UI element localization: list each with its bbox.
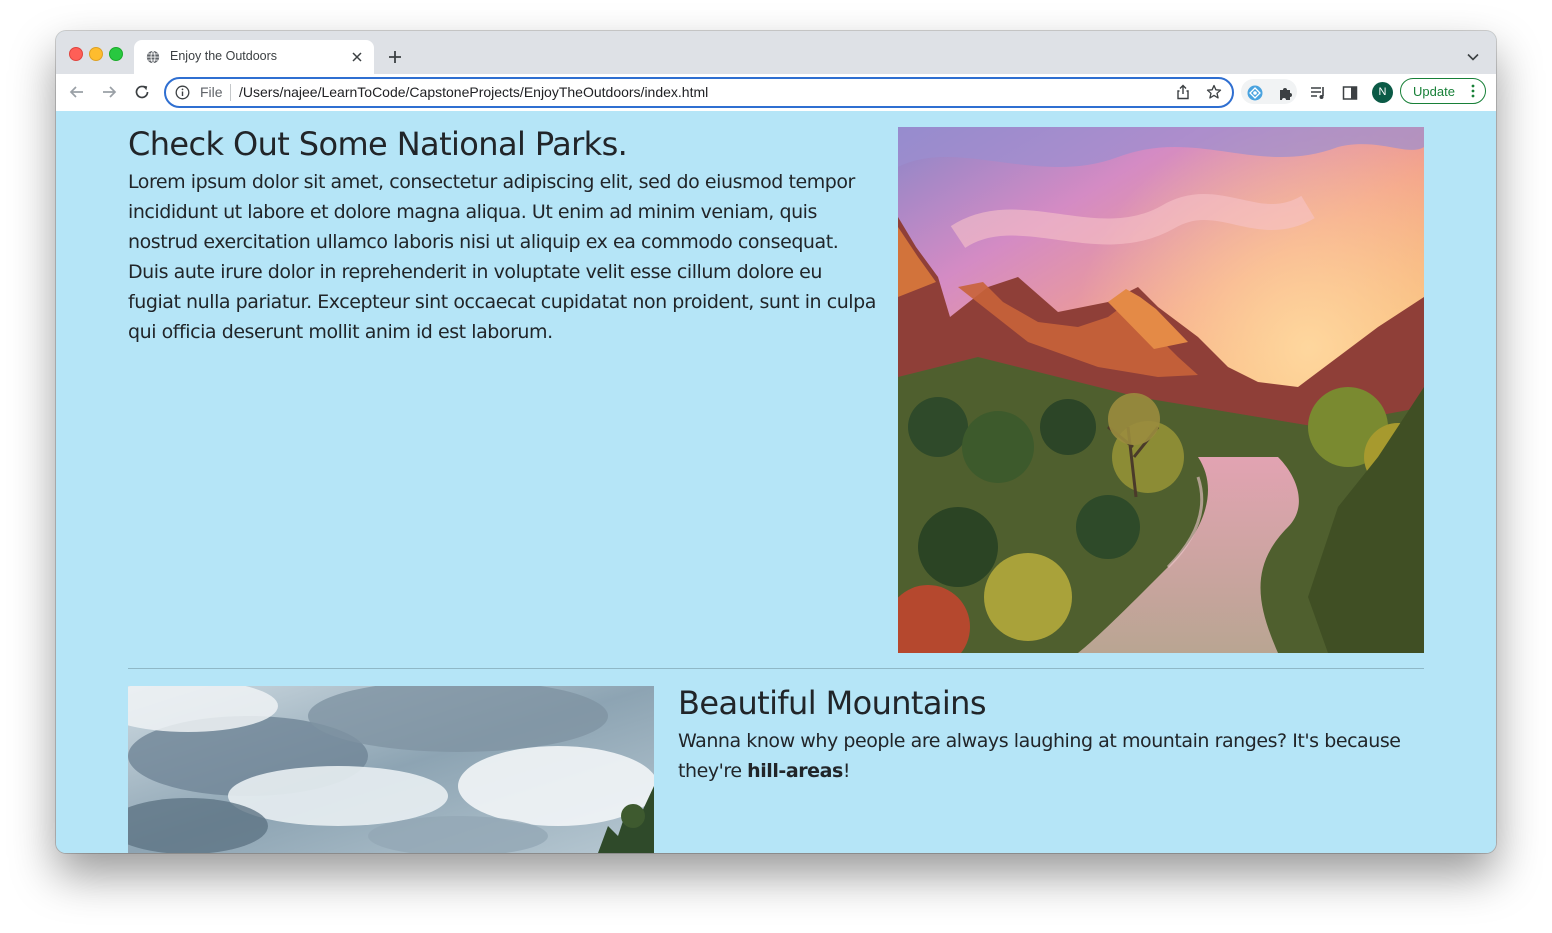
playlist-icon[interactable] <box>1309 84 1327 102</box>
zoom-window-button[interactable] <box>109 47 123 61</box>
arrow-right-icon[interactable] <box>100 83 118 101</box>
address-bar[interactable]: File /Users/najee/LearnToCode/CapstonePr… <box>164 77 1234 108</box>
address-separator <box>230 84 231 101</box>
mountains-punchline: hill-areas <box>747 760 843 782</box>
share-icon[interactable] <box>1175 84 1191 100</box>
update-button[interactable]: Update <box>1400 78 1486 104</box>
section-divider <box>128 668 1424 669</box>
info-icon[interactable] <box>175 85 190 100</box>
address-scheme: File <box>200 84 223 100</box>
page-content: Check Out Some National Parks. Lorem ips… <box>56 111 1496 853</box>
puzzle-icon[interactable] <box>1277 84 1295 102</box>
address-url[interactable]: /Users/najee/LearnToCode/CapstoneProject… <box>239 84 708 100</box>
tab-title: Enjoy the Outdoors <box>170 49 278 63</box>
side-panel-icon[interactable] <box>1341 84 1359 102</box>
national-park-photo <box>898 127 1424 653</box>
close-window-button[interactable] <box>69 47 83 61</box>
chevron-down-icon[interactable] <box>1466 50 1480 64</box>
update-label: Update <box>1413 84 1455 99</box>
avatar[interactable]: N <box>1372 82 1393 103</box>
parks-heading: Check Out Some National Parks. <box>128 125 628 163</box>
browser-toolbar: File /Users/najee/LearnToCode/CapstonePr… <box>56 74 1496 112</box>
three-dots-icon <box>1471 84 1475 98</box>
extension-badge-icon[interactable] <box>1246 84 1264 102</box>
mountain-photo <box>128 686 654 853</box>
close-icon[interactable] <box>350 50 364 64</box>
mountains-heading: Beautiful Mountains <box>678 684 987 722</box>
parks-description: Lorem ipsum dolor sit amet, consectetur … <box>128 171 876 343</box>
plus-icon[interactable] <box>387 49 403 65</box>
mountains-text-end: ! <box>842 760 851 782</box>
star-icon[interactable] <box>1206 84 1222 100</box>
globe-icon <box>146 50 160 64</box>
mountains-description: Wanna know why people are always laughin… <box>678 726 1424 786</box>
minimize-window-button[interactable] <box>89 47 103 61</box>
reload-icon[interactable] <box>133 83 151 101</box>
tab-enjoy-the-outdoors[interactable]: Enjoy the Outdoors <box>134 40 374 74</box>
arrow-left-icon[interactable] <box>68 83 86 101</box>
tab-strip: Enjoy the Outdoors <box>56 31 1496 74</box>
browser-window: Enjoy the Outdoors File /Users/najee/Lea… <box>56 31 1496 853</box>
